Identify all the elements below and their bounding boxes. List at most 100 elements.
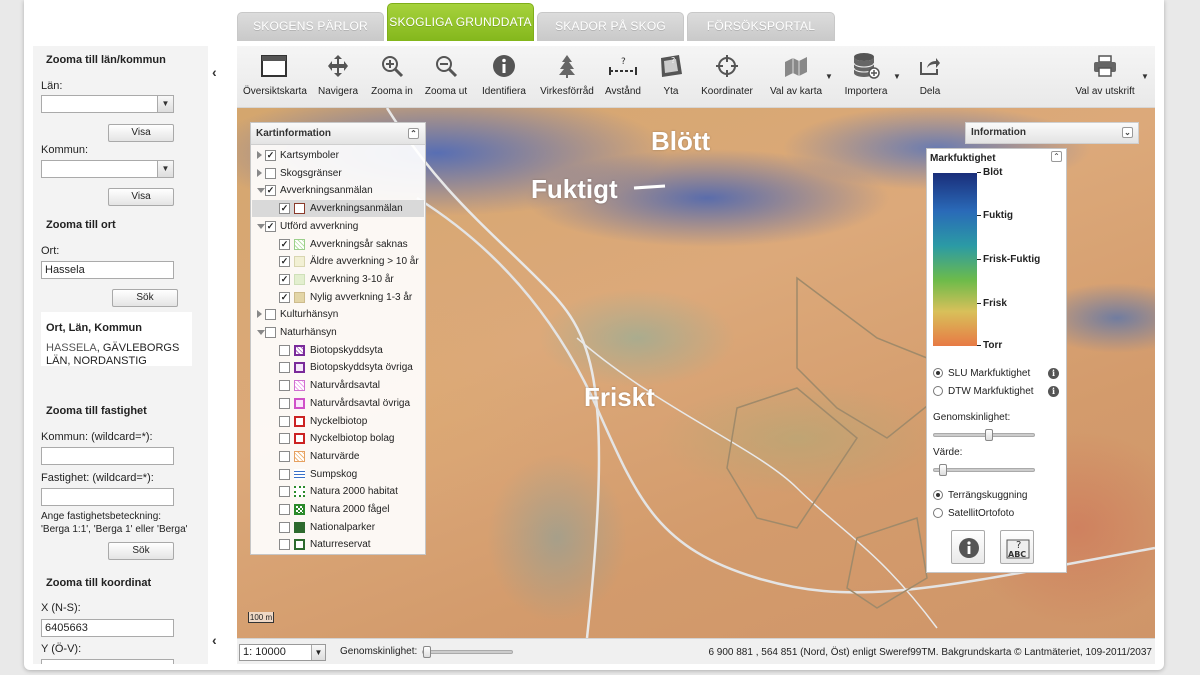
tab-skador-pa-skog[interactable]: SKADOR PÅ SKOG [537, 12, 684, 41]
tool-val-av-karta[interactable]: Val av karta [765, 52, 827, 97]
bottom-transparency-slider[interactable] [422, 646, 513, 658]
layer-row[interactable]: ✓ Äldre avverkning > 10 år [251, 253, 425, 270]
layer-row[interactable]: ✓ Avverkningsanmälan [251, 200, 425, 217]
sok-fastighet-button[interactable]: Sök [108, 542, 174, 560]
layer-row[interactable]: ✓ Avverkningsår saknas [251, 236, 425, 253]
scale-select[interactable]: 1: 10000 ▼ [239, 644, 326, 661]
kommun-wildcard-input[interactable] [41, 447, 174, 465]
radio-terrain[interactable] [933, 490, 943, 500]
layer-row[interactable]: Sumpskog [251, 466, 425, 483]
layer-row[interactable]: ✓ Nylig avverkning 1-3 år [251, 289, 425, 306]
legend-info-button[interactable] [951, 530, 985, 564]
layer-checkbox[interactable]: ✓ [265, 185, 276, 197]
layer-row[interactable]: Naturvärde [251, 448, 425, 465]
layer-checkbox[interactable]: ✓ [279, 203, 290, 215]
result-link[interactable]: HASSELA [46, 342, 97, 354]
layer-checkbox[interactable] [279, 380, 290, 392]
layer-checkbox[interactable]: ✓ [265, 220, 276, 232]
tab-forsoksportal[interactable]: FÖRSÖKSPORTAL [687, 12, 835, 41]
layer-checkbox[interactable]: ✓ [265, 150, 276, 161]
expand-arrow-icon[interactable] [257, 168, 262, 177]
layer-checkbox[interactable] [265, 309, 276, 321]
transparency-slider[interactable] [933, 429, 1035, 441]
radio-dtw[interactable] [933, 386, 943, 396]
layer-row[interactable]: Nyckelbiotop [251, 413, 425, 430]
tool-avstand[interactable]: ? Avstånd [601, 52, 645, 97]
layer-row[interactable]: ✓ Avverkning 3-10 år [251, 271, 425, 288]
layer-checkbox[interactable]: ✓ [279, 238, 290, 250]
kommun-select[interactable]: ▼ [41, 160, 174, 178]
legend-label-button[interactable]: ? ABC [1000, 530, 1034, 564]
sok-ort-button[interactable]: Sök [112, 289, 178, 307]
tool-importera[interactable]: Importera [839, 52, 893, 97]
tool-zooma-in[interactable]: Zooma in [367, 52, 417, 97]
lan-select[interactable]: ▼ [41, 95, 174, 113]
layer-row[interactable]: Natura 2000 habitat [251, 483, 425, 500]
layer-row[interactable]: Nationalparker [251, 519, 425, 536]
layer-checkbox[interactable]: ✓ [279, 273, 290, 285]
slider-knob[interactable] [423, 646, 431, 658]
collapse-arrow-icon[interactable] [257, 188, 265, 194]
visa-lan-button[interactable]: Visa [108, 124, 174, 142]
layer-row[interactable]: Naturvårdsavtal övriga [251, 395, 425, 412]
radio-slu[interactable] [933, 368, 943, 378]
layer-row[interactable]: ✓ Utförd avverkning [251, 218, 425, 235]
expand-arrow-icon[interactable] [257, 151, 262, 159]
visa-kommun-button[interactable]: Visa [108, 188, 174, 206]
layer-checkbox[interactable] [279, 539, 290, 551]
tool-oversiktskarta[interactable]: Översiktskarta [243, 52, 307, 97]
chevron-down-icon[interactable]: ▼ [1141, 72, 1149, 81]
layer-row[interactable]: ✓ Avverkningsanmälan [251, 182, 425, 199]
tool-koordinater[interactable]: Koordinater [697, 52, 757, 97]
layer-row[interactable]: Naturvårdsavtal [251, 377, 425, 394]
tab-skogens-parlor[interactable]: SKOGENS PÄRLOR [237, 12, 384, 41]
layer-checkbox[interactable] [279, 521, 290, 533]
layer-checkbox[interactable] [279, 344, 290, 356]
layer-row[interactable]: Naturhänsyn [251, 324, 425, 341]
layer-checkbox[interactable] [279, 415, 290, 427]
tool-zooma-ut[interactable]: Zooma ut [421, 52, 471, 97]
layer-checkbox[interactable]: ✓ [279, 291, 290, 303]
tool-dela[interactable]: Dela [913, 52, 947, 97]
collapse-arrow-icon[interactable] [257, 330, 265, 335]
collapse-sidebar-bottom-icon[interactable]: ‹ [212, 632, 217, 648]
chevron-down-icon[interactable]: ▼ [893, 72, 901, 81]
tool-val-av-utskrift[interactable]: Val av utskrift [1073, 52, 1137, 97]
layer-row[interactable]: Naturreservat [251, 536, 425, 553]
ort-input[interactable] [41, 261, 174, 279]
fastighet-wildcard-input[interactable] [41, 488, 174, 506]
layer-row[interactable]: Biotopskyddsyta övriga [251, 359, 425, 376]
layer-checkbox[interactable] [279, 504, 290, 515]
layer-checkbox[interactable] [279, 362, 290, 374]
layer-checkbox[interactable] [279, 486, 290, 498]
layer-row[interactable]: Kulturhänsyn [251, 306, 425, 323]
expand-arrow-icon[interactable] [257, 310, 262, 319]
collapse-arrow-icon[interactable] [257, 223, 265, 229]
y-coord-input[interactable] [41, 659, 174, 664]
layer-row[interactable]: Nyckelbiotop bolag [251, 430, 425, 447]
layer-row[interactable]: Natura 2000 fågel [251, 501, 425, 518]
layer-checkbox[interactable] [279, 397, 290, 409]
kartinformation-header[interactable]: Kartinformation ⌃ [251, 123, 425, 145]
layer-checkbox[interactable] [265, 167, 276, 179]
collapse-sidebar-icon[interactable]: ‹ [212, 64, 217, 80]
tool-virkesforrad[interactable]: Virkesförråd [537, 52, 597, 97]
collapse-down-icon[interactable]: ⌄ [1122, 127, 1133, 138]
tool-identifiera[interactable]: Identifiera [479, 52, 529, 97]
x-coord-input[interactable] [41, 619, 174, 637]
layer-checkbox[interactable] [279, 450, 290, 462]
slider-knob[interactable] [939, 464, 947, 476]
layer-checkbox[interactable]: ✓ [279, 256, 290, 268]
value-slider[interactable] [933, 464, 1035, 476]
layer-row[interactable]: Skogsgränser [251, 165, 425, 182]
layer-checkbox[interactable] [279, 468, 290, 480]
tool-yta[interactable]: ? Yta [651, 52, 691, 97]
tool-navigera[interactable]: Navigera [315, 52, 361, 97]
radio-satellite[interactable] [933, 508, 943, 518]
layer-row[interactable]: ✓ Kartsymboler [251, 147, 425, 164]
layer-checkbox[interactable] [265, 327, 276, 338]
tab-skogliga-grunddata[interactable]: SKOGLIGA GRUNDDATA [387, 3, 534, 41]
info-icon[interactable]: i [1048, 368, 1059, 379]
slider-knob[interactable] [985, 429, 993, 441]
collapse-up-icon[interactable]: ⌃ [1051, 151, 1062, 162]
